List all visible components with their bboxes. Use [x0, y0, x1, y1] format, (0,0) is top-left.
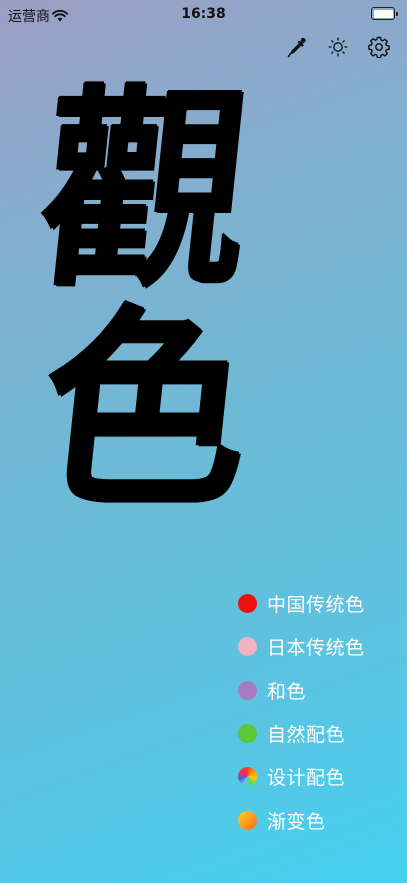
- green-dot-icon: [238, 724, 257, 744]
- menu-item-label: 和色: [267, 680, 307, 703]
- title-char-se: 色: [29, 285, 261, 535]
- menu-item-japanese-traditional[interactable]: 日本传统色: [238, 625, 365, 668]
- menu-item-label: 设计配色: [267, 767, 346, 790]
- app-title-calligraphy: 觀 色: [29, 65, 260, 535]
- menu-item-label: 中国传统色: [267, 594, 365, 617]
- menu-item-wa-colors[interactable]: 和色: [238, 669, 365, 712]
- menu-item-chinese-traditional[interactable]: 中国传统色: [238, 582, 365, 625]
- eyedropper-icon[interactable]: [284, 34, 310, 60]
- brightness-icon[interactable]: [325, 34, 351, 60]
- settings-gear-icon[interactable]: [366, 34, 392, 60]
- menu-item-label: 自然配色: [267, 724, 346, 747]
- red-dot-icon: [238, 594, 257, 614]
- menu-item-nature-palette[interactable]: 自然配色: [238, 712, 365, 755]
- menu-item-design-palette[interactable]: 设计配色: [238, 755, 365, 798]
- menu-item-label: 渐变色: [267, 810, 326, 833]
- battery-icon: [371, 7, 398, 20]
- menu-item-gradients[interactable]: 渐变色: [238, 798, 365, 841]
- status-bar: 运营商 16:38: [0, 0, 407, 28]
- rainbow-dot-icon: [238, 767, 257, 787]
- status-time: 16:38: [181, 6, 226, 22]
- gradient-dot-icon: [238, 810, 257, 830]
- color-category-menu: 中国传统色 日本传统色 和色 自然配色 设计配色 渐变色: [238, 582, 365, 842]
- pink-dot-icon: [238, 637, 257, 657]
- menu-item-label: 日本传统色: [267, 637, 365, 660]
- title-char-guan: 觀: [29, 65, 261, 315]
- purple-dot-icon: [238, 680, 257, 700]
